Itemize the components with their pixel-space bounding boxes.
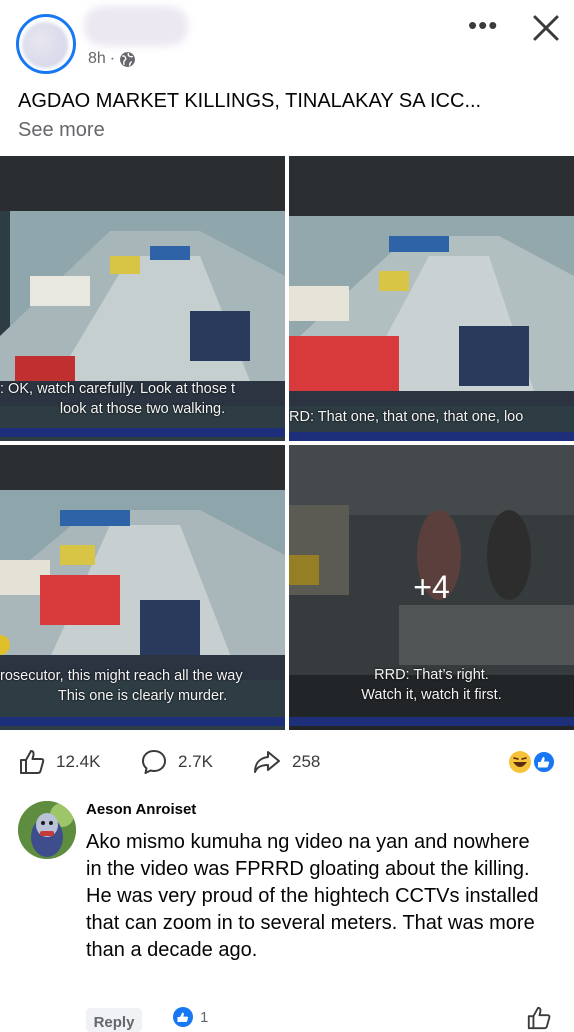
tile4-caption-line1: RRD: That’s right. <box>374 667 489 683</box>
comment-text: Ako mismo kumuha ng video na yan and now… <box>86 831 539 961</box>
globe-icon <box>120 51 136 67</box>
haha-reaction-icon <box>509 751 531 773</box>
comment-reaction-count[interactable]: 1 <box>172 1006 208 1028</box>
close-icon[interactable] <box>530 12 562 44</box>
like-count: 12.4K <box>56 752 101 771</box>
comment-icon <box>142 750 166 774</box>
media-tile-1[interactable]: : OK, watch carefully. Look at those t l… <box>0 156 285 441</box>
reply-button[interactable]: Reply <box>86 1008 142 1032</box>
tile4-bluebar <box>289 717 574 726</box>
like-icon <box>20 750 45 774</box>
like-reaction-icon <box>532 750 556 774</box>
post-action-bar: 12.4K 2.7K 258 <box>0 740 574 784</box>
like-reaction-icon <box>173 1007 193 1027</box>
tile2-caption: RD: That one, that one, that one, loo <box>289 409 524 425</box>
media-tile-3[interactable]: rosecutor, this might reach all the way … <box>0 445 285 730</box>
media-grid: : OK, watch carefully. Look at those t l… <box>0 156 574 730</box>
comment-like-icon[interactable] <box>526 1005 552 1031</box>
share-button[interactable]: 258 <box>252 740 320 784</box>
tile3-caption-line1: rosecutor, this might reach all the way <box>0 668 243 684</box>
tile2-bluebar <box>289 432 574 441</box>
more-options-icon[interactable]: ••• <box>468 12 498 38</box>
post-header: 8h · ••• <box>0 0 574 80</box>
post-time: 8h <box>88 50 106 67</box>
media-tile-4[interactable]: +4 RRD: That’s right. Watch it, watch it… <box>289 445 574 730</box>
more-photos-count: +4 <box>413 569 450 605</box>
commenter-name[interactable]: Aeson Anroiset <box>86 801 196 818</box>
comment-like-count: 1 <box>200 1008 209 1026</box>
media-tile-2[interactable]: RD: That one, that one, that one, loo <box>289 156 574 441</box>
cctv-frame-2 <box>289 156 574 441</box>
see-more-link[interactable]: See more <box>18 119 105 142</box>
tile1-caption-line2: look at those two walking. <box>59 401 226 417</box>
like-button[interactable]: 12.4K <box>18 740 100 784</box>
cctv-frame-1 <box>0 156 285 441</box>
commenter-avatar[interactable] <box>18 801 76 859</box>
comment-button[interactable]: 2.7K <box>140 740 213 784</box>
reaction-summary[interactable] <box>508 750 560 774</box>
post-title: AGDAO MARKET KILLINGS, TINALAKAY SA ICC.… <box>18 90 482 112</box>
tile3-caption-line2: This one is clearly murder. <box>57 688 228 704</box>
avatar-image <box>18 801 76 859</box>
share-icon <box>254 751 280 773</box>
tile1-caption-line1: : OK, watch carefully. Look at those t <box>0 381 236 397</box>
share-count: 258 <box>292 752 321 771</box>
comment-count: 2.7K <box>178 752 213 771</box>
page-name-blurred[interactable] <box>84 6 188 46</box>
tile4-caption-line2: Watch it, watch it first. <box>361 687 502 703</box>
tile3-bluebar <box>0 717 285 726</box>
page-avatar-blurred <box>22 22 68 68</box>
tile1-bluebar <box>0 428 285 437</box>
post-timestamp[interactable]: 8h · <box>88 50 136 68</box>
